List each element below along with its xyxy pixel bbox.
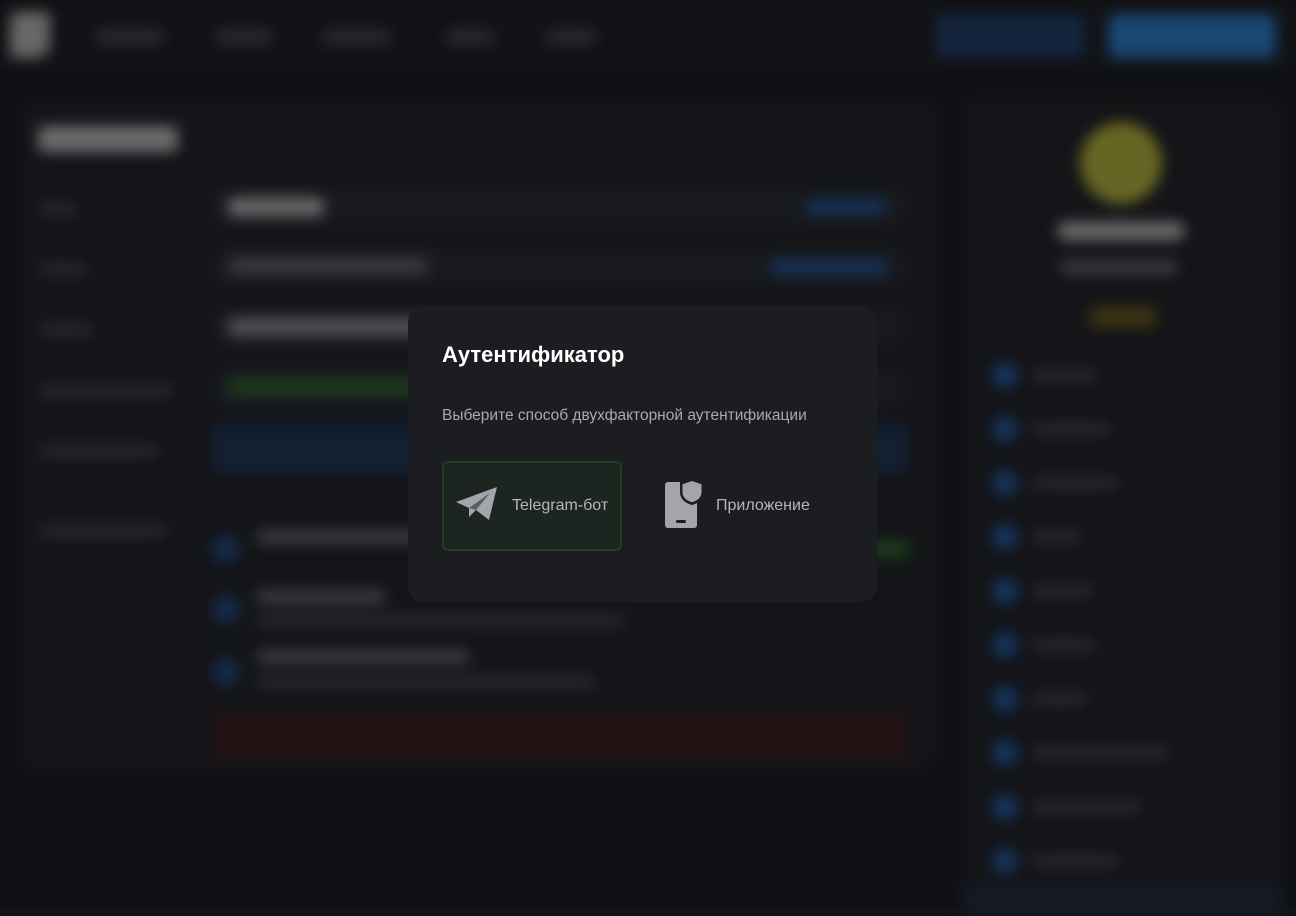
- telegram-bot-label: Telegram-бот: [512, 497, 609, 514]
- app-option[interactable]: Приложение: [652, 461, 842, 551]
- app-label: Приложение: [716, 497, 810, 514]
- dialog-subtitle: Выберите способ двухфакторной аутентифик…: [442, 407, 807, 424]
- telegram-icon: [454, 486, 500, 527]
- authenticator-dialog: Аутентификатор Выберите способ двухфакто…: [408, 306, 877, 602]
- phone-shield-icon: [662, 477, 706, 535]
- telegram-bot-option[interactable]: Telegram-бот: [442, 461, 622, 551]
- dialog-title: Аутентификатор: [442, 342, 625, 367]
